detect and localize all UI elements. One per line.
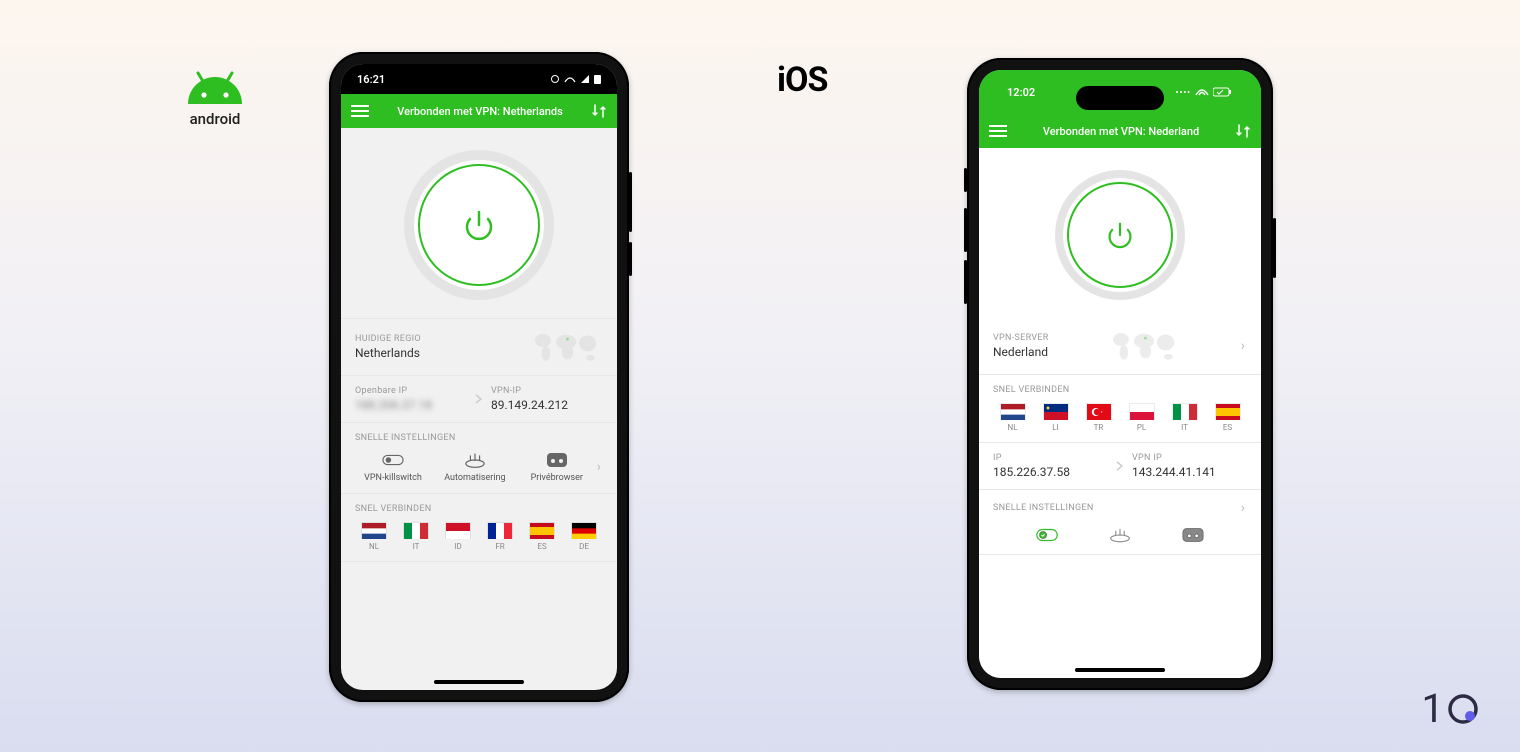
flag-fr[interactable]: FR <box>481 522 519 551</box>
quick-settings-label: SNELLE INSTELLINGEN <box>993 503 1094 513</box>
brand-logo: 1 <box>1422 685 1480 732</box>
app-header: Verbonden met VPN: Nederland <box>979 114 1261 148</box>
server-row[interactable]: VPN-SERVER Nederland › <box>979 318 1261 375</box>
status-time: 16:21 <box>357 73 385 86</box>
flag-it[interactable]: IT <box>397 522 435 551</box>
public-ip-label: IP <box>993 453 1108 463</box>
header-title: Verbonden met VPN: Netherlands <box>369 105 591 118</box>
android-phone: 16:21 Verbonden met VPN: Netherlands HUI… <box>329 52 629 702</box>
status-time: 12:02 <box>1007 86 1035 99</box>
menu-icon[interactable] <box>351 105 369 117</box>
flag-li[interactable]: LI <box>1036 403 1075 432</box>
header-title: Verbonden met VPN: Nederland <box>1007 125 1235 138</box>
public-ip-value: 185.226.37.58 <box>993 465 1108 479</box>
flag-de[interactable]: DE <box>565 522 603 551</box>
map-icon <box>529 329 603 365</box>
region-value: Netherlands <box>355 346 421 360</box>
killswitch-button[interactable]: VPN-killswitch <box>355 451 431 483</box>
quick-settings-label: SNELLE INSTELLINGEN <box>355 433 603 443</box>
chevron-right-icon: › <box>1239 338 1247 354</box>
flag-id[interactable]: ID <box>439 522 477 551</box>
status-icons: •••• <box>1176 87 1233 97</box>
chevron-right-icon[interactable]: › <box>1239 500 1247 516</box>
flag-it[interactable]: IT <box>1165 403 1204 432</box>
region-row[interactable]: HUIDIGE REGIO Netherlands <box>341 318 617 376</box>
flag-tr[interactable]: TR <box>1079 403 1118 432</box>
privatebrowser-label: Privébrowser <box>531 473 583 483</box>
flag-es[interactable]: ES <box>523 522 561 551</box>
chevron-right-icon <box>475 394 483 404</box>
privatebrowser-button[interactable] <box>1160 526 1227 544</box>
quick-settings: SNELLE INSTELLINGEN VPN-killswitch Autom… <box>341 423 617 494</box>
killswitch-button[interactable] <box>1013 526 1080 544</box>
ip-row: Openbare IP 188.206.37.18 VPN-IP 89.149.… <box>341 376 617 423</box>
android-logo-text: android <box>184 110 246 128</box>
ios-phone: 12:02 •••• Verbonden met VPN: Nederland … <box>967 58 1273 690</box>
chevron-right-icon <box>1116 461 1124 471</box>
vpn-ip-value: 143.244.41.141 <box>1132 465 1247 479</box>
flag-es[interactable]: ES <box>1208 403 1247 432</box>
public-ip-label: Openbare IP <box>355 386 467 396</box>
flag-nl[interactable]: NL <box>355 522 393 551</box>
quick-settings: SNELLE INSTELLINGEN › <box>979 490 1261 555</box>
vpn-ip-label: VPN IP <box>1132 453 1247 463</box>
transfer-icon[interactable] <box>1235 123 1251 139</box>
transfer-icon[interactable] <box>591 103 607 119</box>
android-logo: android <box>184 70 246 128</box>
quick-connect: SNEL VERBINDEN NLITIDFRESDE <box>341 494 617 562</box>
chevron-right-icon[interactable]: › <box>595 459 603 475</box>
region-label: HUIDIGE REGIO <box>355 334 421 344</box>
public-ip-value: 188.206.37.18 <box>355 398 467 412</box>
quick-connect-label: SNEL VERBINDEN <box>355 504 603 514</box>
server-label: VPN-SERVER <box>993 333 1049 343</box>
menu-icon[interactable] <box>989 125 1007 137</box>
flag-nl[interactable]: NL <box>993 403 1032 432</box>
vpn-ip-value: 89.149.24.212 <box>491 398 603 412</box>
status-icons <box>550 74 601 84</box>
flag-pl[interactable]: PL <box>1122 403 1161 432</box>
privatebrowser-button[interactable]: Privébrowser <box>519 451 595 483</box>
app-header: Verbonden met VPN: Netherlands <box>341 94 617 128</box>
map-icon <box>1107 328 1181 364</box>
power-button[interactable] <box>404 150 554 300</box>
power-button[interactable] <box>1055 170 1185 300</box>
quick-connect-label: SNEL VERBINDEN <box>993 385 1247 395</box>
automation-label: Automatisering <box>444 473 505 483</box>
automation-button[interactable] <box>1086 526 1153 544</box>
vpn-ip-label: VPN-IP <box>491 386 603 396</box>
killswitch-label: VPN-killswitch <box>364 473 422 483</box>
ios-logo: iOS <box>777 60 827 100</box>
quick-connect: SNEL VERBINDEN NLLITRPLITES <box>979 375 1261 443</box>
automation-button[interactable]: Automatisering <box>437 451 513 483</box>
server-value: Nederland <box>993 345 1049 359</box>
ip-row: IP 185.226.37.58 VPN IP 143.244.41.141 <box>979 443 1261 490</box>
